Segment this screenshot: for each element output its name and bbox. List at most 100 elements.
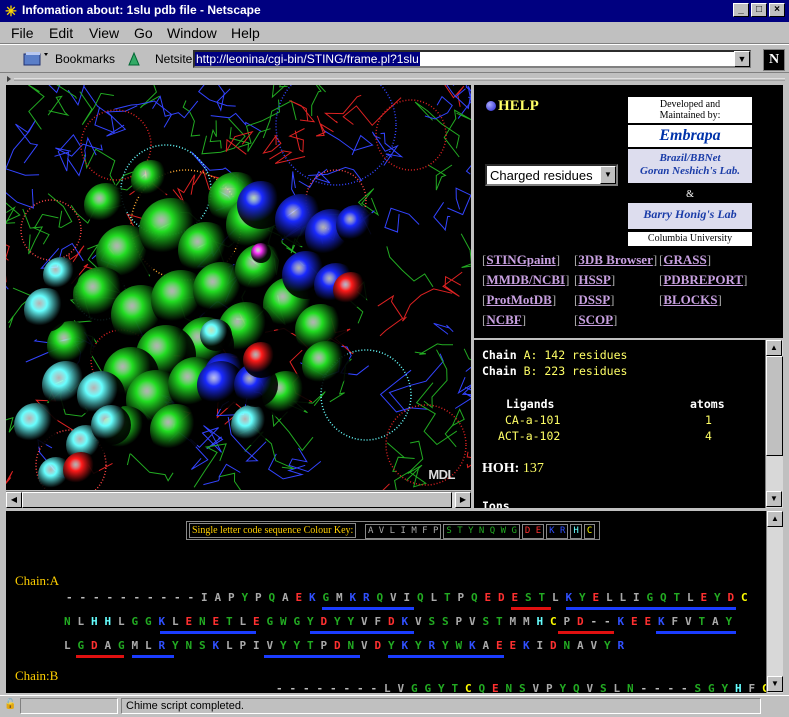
residue[interactable]: E [645,615,659,628]
residue[interactable]: I [633,591,647,604]
residue[interactable]: H [537,615,551,628]
residue[interactable]: Q [660,591,674,604]
residue[interactable]: N [564,639,578,652]
residue[interactable]: - [654,682,668,693]
residue[interactable]: Y [560,682,574,693]
residue[interactable]: S [199,639,213,652]
residue[interactable]: T [444,591,458,604]
residue[interactable]: Y [442,639,456,652]
tool-link-dssp[interactable]: [DSSP] [574,292,614,308]
residue[interactable]: Y [348,615,362,628]
residue[interactable]: N [348,639,362,652]
residue[interactable]: G [267,615,281,628]
residue[interactable]: K [350,591,364,604]
residue[interactable]: K [309,591,323,604]
help-link[interactable]: HELP [498,98,539,115]
tool-link-text[interactable]: PDBREPORT [663,272,743,287]
tool-link-scop[interactable]: [SCOP] [574,312,617,328]
residue[interactable]: - [681,682,695,693]
tool-link-text[interactable]: NCBF [486,312,521,327]
tool-link-text[interactable]: BLOCKS [663,292,717,307]
menu-view[interactable]: View [89,25,119,41]
residue[interactable]: G [323,591,337,604]
residue[interactable]: N [64,615,78,628]
residue[interactable]: E [631,615,645,628]
residue[interactable]: V [415,615,429,628]
tool-link-ncbf[interactable]: [NCBF] [482,312,526,328]
residue[interactable]: K [523,639,537,652]
residue[interactable]: - [591,615,605,628]
residue[interactable]: - [317,682,331,693]
residue[interactable]: P [456,615,470,628]
residue[interactable]: G [294,615,308,628]
residue[interactable]: W [456,639,470,652]
molecule-viewer[interactable]: MDL [6,85,471,490]
info-vertical-scrollbar[interactable]: ▲ ▼ [765,340,783,508]
sequence-vertical-scrollbar[interactable]: ▲ ▼ [766,511,783,693]
tool-link-text[interactable]: STINGpaint [486,252,555,267]
residue[interactable]: A [105,639,119,652]
residue[interactable]: E [253,615,267,628]
residue[interactable]: N [627,682,641,693]
residue[interactable]: H [91,615,105,628]
residue[interactable]: S [483,615,497,628]
residue[interactable]: T [307,639,321,652]
residue[interactable]: T [226,615,240,628]
residue[interactable]: - [276,682,290,693]
residue[interactable]: - [668,682,682,693]
residue[interactable]: V [390,591,404,604]
residue[interactable]: E [186,615,200,628]
residue[interactable]: D [375,639,389,652]
residue[interactable]: - [344,682,358,693]
residue[interactable]: L [172,615,186,628]
residue[interactable]: K [402,615,416,628]
residue[interactable]: S [442,615,456,628]
residue[interactable]: K [402,639,416,652]
residue[interactable]: G [118,639,132,652]
residue[interactable]: Y [714,591,728,604]
residue[interactable]: - [357,682,371,693]
residue[interactable]: Y [579,591,593,604]
residue[interactable]: G [411,682,425,693]
tool-link-mmdb-ncbi[interactable]: [MMDB/NCBI] [482,272,569,288]
residue[interactable]: K [658,615,672,628]
residue[interactable]: L [552,591,566,604]
tool-link-text[interactable]: ProtMotDB [486,292,551,307]
residue[interactable]: - [107,591,121,604]
display-mode-select[interactable]: Charged residues ▼ [485,164,618,186]
residue[interactable]: P [546,682,560,693]
minimize-button[interactable]: _ [733,3,749,17]
netscape-logo[interactable]: N [763,49,785,71]
residue[interactable]: C [465,682,479,693]
residue[interactable]: E [510,639,524,652]
residue[interactable]: V [361,615,375,628]
residue[interactable]: S [525,591,539,604]
residue[interactable]: Q [573,682,587,693]
residue[interactable]: - [93,591,107,604]
residue[interactable]: P [564,615,578,628]
residue[interactable]: E [701,591,715,604]
residue[interactable]: P [228,591,242,604]
residue[interactable]: Y [334,615,348,628]
residue[interactable]: Q [471,591,485,604]
url-input[interactable]: http://leonina/cgi-bin/STING/frame.pl?1s… [193,50,751,68]
maximize-button[interactable]: □ [751,3,767,17]
residue[interactable]: K [566,591,580,604]
residue[interactable]: P [321,639,335,652]
menu-window[interactable]: Window [167,25,217,41]
residue[interactable]: Y [388,639,402,652]
residue[interactable]: D [550,639,564,652]
residue[interactable]: S [519,682,533,693]
residue[interactable]: E [593,591,607,604]
tool-link-stingpaint[interactable]: [STINGpaint] [482,252,560,268]
residue[interactable]: M [523,615,537,628]
residue[interactable]: A [577,639,591,652]
residue[interactable]: G [647,591,661,604]
residue[interactable]: P [240,639,254,652]
residue[interactable]: Y [415,639,429,652]
residue[interactable]: G [78,639,92,652]
toolbar-grip[interactable] [0,72,789,84]
scroll-thumb[interactable] [766,356,783,456]
residue[interactable]: G [145,615,159,628]
residue[interactable]: V [533,682,547,693]
